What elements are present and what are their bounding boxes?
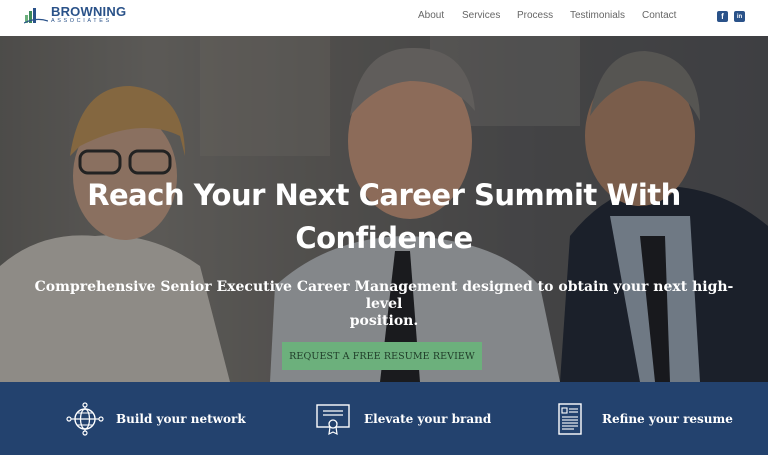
hero-subheadline: Comprehensive Senior Executive Career Ma… <box>30 279 738 330</box>
nav-process[interactable]: Process <box>517 10 553 21</box>
brand-name: BROWNING <box>51 4 127 19</box>
nav-contact[interactable]: Contact <box>642 10 676 21</box>
nav-testimonials[interactable]: Testimonials <box>570 10 625 21</box>
hero-section: Reach Your Next Career Summit With Confi… <box>0 36 768 382</box>
hero-headline: Reach Your Next Career Summit With Confi… <box>0 174 768 260</box>
browning-logo[interactable]: BROWNING ASSOCIATES <box>24 5 126 25</box>
site-header: BROWNING ASSOCIATES About Services Proce… <box>0 0 768 36</box>
features-band: Build your network Elevate your brand Re… <box>0 382 768 455</box>
request-resume-review-button[interactable]: REQUEST A FREE RESUME REVIEW <box>282 342 482 370</box>
facebook-icon[interactable]: f <box>717 11 728 22</box>
logo-bars-icon <box>24 8 48 24</box>
feature-label-resume: Refine your resume <box>602 412 733 426</box>
nav-services[interactable]: Services <box>462 10 500 21</box>
feature-elevate-brand[interactable]: Elevate your brand <box>314 402 491 436</box>
nav-about[interactable]: About <box>418 10 444 21</box>
hero-subheadline-line1: Comprehensive Senior Executive Career Ma… <box>34 279 734 312</box>
feature-label-network: Build your network <box>116 412 246 426</box>
certificate-icon <box>316 404 350 436</box>
hero-subheadline-line2: position. <box>349 313 419 329</box>
feature-build-network[interactable]: Build your network <box>66 402 246 436</box>
linkedin-icon[interactable]: in <box>734 11 745 22</box>
hero-headline-line1: Reach Your Next Career Summit With <box>87 178 681 212</box>
globe-network-icon <box>66 402 104 436</box>
resume-document-icon <box>558 403 582 435</box>
feature-label-brand: Elevate your brand <box>364 412 492 426</box>
brand-subtitle: ASSOCIATES <box>51 18 112 24</box>
feature-refine-resume[interactable]: Refine your resume <box>552 402 733 436</box>
hero-headline-line2: Confidence <box>295 221 473 255</box>
